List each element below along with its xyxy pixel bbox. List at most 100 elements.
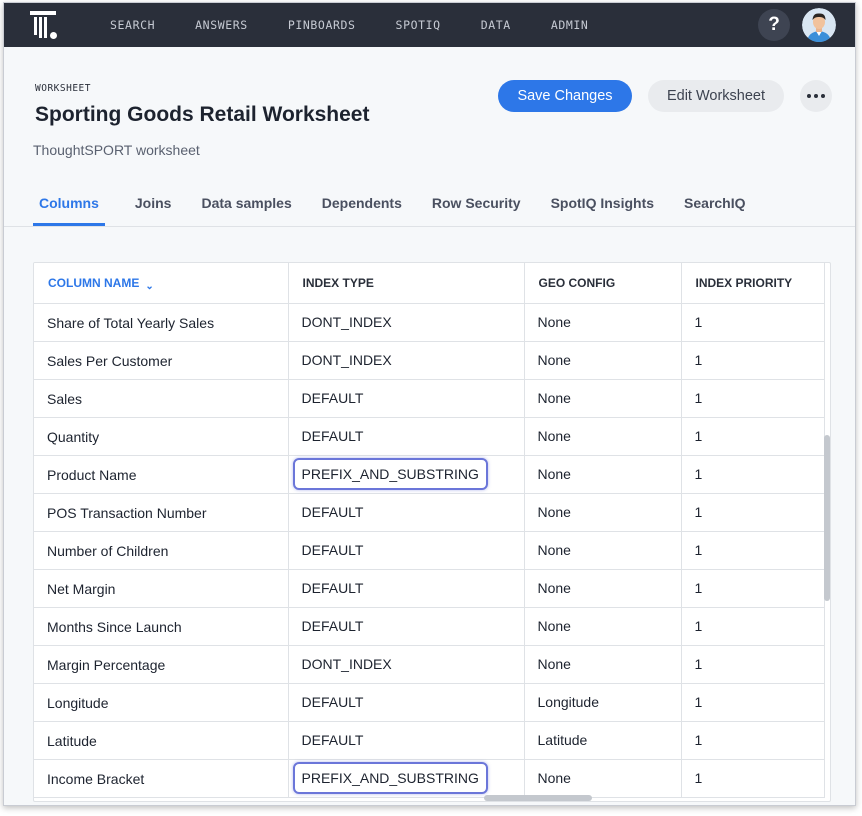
index-type-cell[interactable]: DEFAULT: [288, 417, 525, 456]
table-row[interactable]: Income Bracket PREFIX_AND_SUBSTRING None 1: [34, 759, 825, 798]
tab-bar: Columns Joins Data samples Dependents Ro…: [33, 186, 776, 226]
vertical-scrollbar[interactable]: [824, 305, 830, 801]
index-type-cell[interactable]: PREFIX_AND_SUBSTRING: [288, 455, 525, 494]
column-name-cell: Net Margin: [34, 569, 289, 608]
geo-config-cell[interactable]: None: [524, 531, 682, 570]
index-type-cell[interactable]: DEFAULT: [288, 721, 525, 760]
horizontal-scrollbar[interactable]: [484, 795, 592, 801]
column-name-cell-value: Latitude: [47, 733, 97, 749]
help-button[interactable]: ?: [758, 9, 790, 41]
tab-columns[interactable]: Columns: [33, 186, 105, 226]
table-row[interactable]: Product Name PREFIX_AND_SUBSTRING None 1: [34, 455, 825, 494]
tab-row-security[interactable]: Row Security: [432, 186, 521, 226]
geo-config-cell-value: None: [537, 314, 571, 330]
thoughtspot-logo-icon[interactable]: [30, 11, 60, 41]
index-type-cell[interactable]: DEFAULT: [288, 569, 525, 608]
index-priority-cell: 1: [681, 607, 825, 646]
index-priority-cell-value: 1: [694, 770, 703, 786]
index-type-cell[interactable]: DEFAULT: [288, 531, 525, 570]
index-priority-cell: 1: [681, 645, 825, 684]
index-type-cell[interactable]: DONT_INDEX: [288, 645, 525, 684]
nav-item-spotiq[interactable]: SPOTIQ: [396, 3, 441, 47]
index-type-cell-value: DEFAULT: [301, 390, 364, 406]
geo-config-cell-value: None: [537, 466, 571, 482]
avatar[interactable]: [802, 8, 836, 42]
column-header-geo-config[interactable]: GEO CONFIG: [524, 263, 682, 304]
geo-config-cell[interactable]: Longitude: [524, 683, 682, 722]
nav-item-pinboards[interactable]: PINBOARDS: [288, 3, 356, 47]
geo-config-cell-value: Longitude: [537, 694, 600, 710]
nav-item-data[interactable]: DATA: [481, 3, 511, 47]
table-row[interactable]: Net Margin DEFAULT None 1: [34, 569, 825, 608]
nav-item-admin[interactable]: ADMIN: [551, 3, 589, 47]
index-priority-cell: 1: [681, 417, 825, 456]
geo-config-cell[interactable]: None: [524, 417, 682, 456]
index-type-cell[interactable]: DONT_INDEX: [288, 341, 525, 380]
geo-config-cell[interactable]: None: [524, 759, 682, 798]
column-name-cell: Months Since Launch: [34, 607, 289, 646]
index-priority-cell: 1: [681, 493, 825, 532]
column-name-cell: Latitude: [34, 721, 289, 760]
column-name-cell: Margin Percentage: [34, 645, 289, 684]
geo-config-cell[interactable]: None: [524, 341, 682, 380]
table-row[interactable]: POS Transaction Number DEFAULT None 1: [34, 493, 825, 532]
index-type-cell[interactable]: PREFIX_AND_SUBSTRING: [288, 759, 525, 798]
index-type-cell[interactable]: DONT_INDEX: [288, 303, 525, 342]
geo-config-cell-value: None: [537, 352, 571, 368]
index-priority-cell-value: 1: [694, 352, 703, 368]
table-row[interactable]: Months Since Launch DEFAULT None 1: [34, 607, 825, 646]
nav-item-search[interactable]: SEARCH: [110, 3, 155, 47]
tab-spotiq-insights[interactable]: SpotIQ Insights: [551, 186, 654, 226]
index-type-cell[interactable]: DEFAULT: [288, 607, 525, 646]
index-priority-cell: 1: [681, 569, 825, 608]
table-row[interactable]: Latitude DEFAULT Latitude 1: [34, 721, 825, 760]
tab-searchiq[interactable]: SearchIQ: [684, 186, 745, 226]
geo-config-cell[interactable]: None: [524, 379, 682, 418]
column-header-column-name[interactable]: COLUMN NAME ⌄: [34, 263, 289, 304]
index-type-cell[interactable]: DEFAULT: [288, 493, 525, 532]
table-row[interactable]: Longitude DEFAULT Longitude 1: [34, 683, 825, 722]
index-priority-cell-value: 1: [694, 580, 703, 596]
index-priority-cell-value: 1: [694, 732, 703, 748]
geo-config-cell[interactable]: None: [524, 607, 682, 646]
column-name-cell-value: Number of Children: [47, 543, 169, 559]
top-nav: SEARCH ANSWERS PINBOARDS SPOTIQ DATA ADM…: [4, 3, 855, 47]
column-name-cell-value: POS Transaction Number: [47, 505, 207, 521]
table-row[interactable]: Sales DEFAULT None 1: [34, 379, 825, 418]
index-priority-cell: 1: [681, 455, 825, 494]
index-type-cell[interactable]: DEFAULT: [288, 379, 525, 418]
index-type-cell-value: DEFAULT: [301, 542, 364, 558]
column-name-cell-value: Sales Per Customer: [47, 353, 173, 369]
geo-config-cell[interactable]: None: [524, 569, 682, 608]
table-row[interactable]: Sales Per Customer DONT_INDEX None 1: [34, 341, 825, 380]
more-options-button[interactable]: [800, 80, 832, 112]
column-header-index-priority[interactable]: INDEX PRIORITY: [681, 263, 825, 304]
table-row[interactable]: Quantity DEFAULT None 1: [34, 417, 825, 456]
geo-config-cell[interactable]: None: [524, 455, 682, 494]
table-row[interactable]: Share of Total Yearly Sales DONT_INDEX Non…: [34, 303, 825, 342]
edit-worksheet-button[interactable]: Edit Worksheet: [648, 80, 784, 112]
column-name-cell-value: Longitude: [47, 695, 109, 711]
page-subtitle: ThoughtSPORT worksheet: [33, 142, 200, 158]
geo-config-cell-value: None: [537, 542, 571, 558]
columns-table: COLUMN NAME ⌄ INDEX TYPE GEO CONFIG INDEX…: [34, 263, 825, 798]
geo-config-cell[interactable]: None: [524, 493, 682, 532]
index-type-cell-value: DEFAULT: [301, 694, 364, 710]
tab-dependents[interactable]: Dependents: [322, 186, 402, 226]
page-overline: WORKSHEET: [35, 83, 91, 94]
geo-config-cell[interactable]: None: [524, 303, 682, 342]
index-type-cell[interactable]: DEFAULT: [288, 683, 525, 722]
geo-config-cell[interactable]: None: [524, 645, 682, 684]
geo-config-cell[interactable]: Latitude: [524, 721, 682, 760]
table-row[interactable]: Margin Percentage DONT_INDEX None 1: [34, 645, 825, 684]
index-priority-cell: 1: [681, 303, 825, 342]
index-type-cell-value: DEFAULT: [301, 732, 364, 748]
table-row[interactable]: Number of Children DEFAULT None 1: [34, 531, 825, 570]
index-priority-cell-value: 1: [694, 390, 703, 406]
nav-item-answers[interactable]: ANSWERS: [195, 3, 248, 47]
tab-joins[interactable]: Joins: [135, 186, 172, 226]
geo-config-cell-value: None: [537, 390, 571, 406]
save-changes-button[interactable]: Save Changes: [498, 80, 632, 112]
tab-data-samples[interactable]: Data samples: [201, 186, 291, 226]
column-header-index-type[interactable]: INDEX TYPE: [288, 263, 525, 304]
